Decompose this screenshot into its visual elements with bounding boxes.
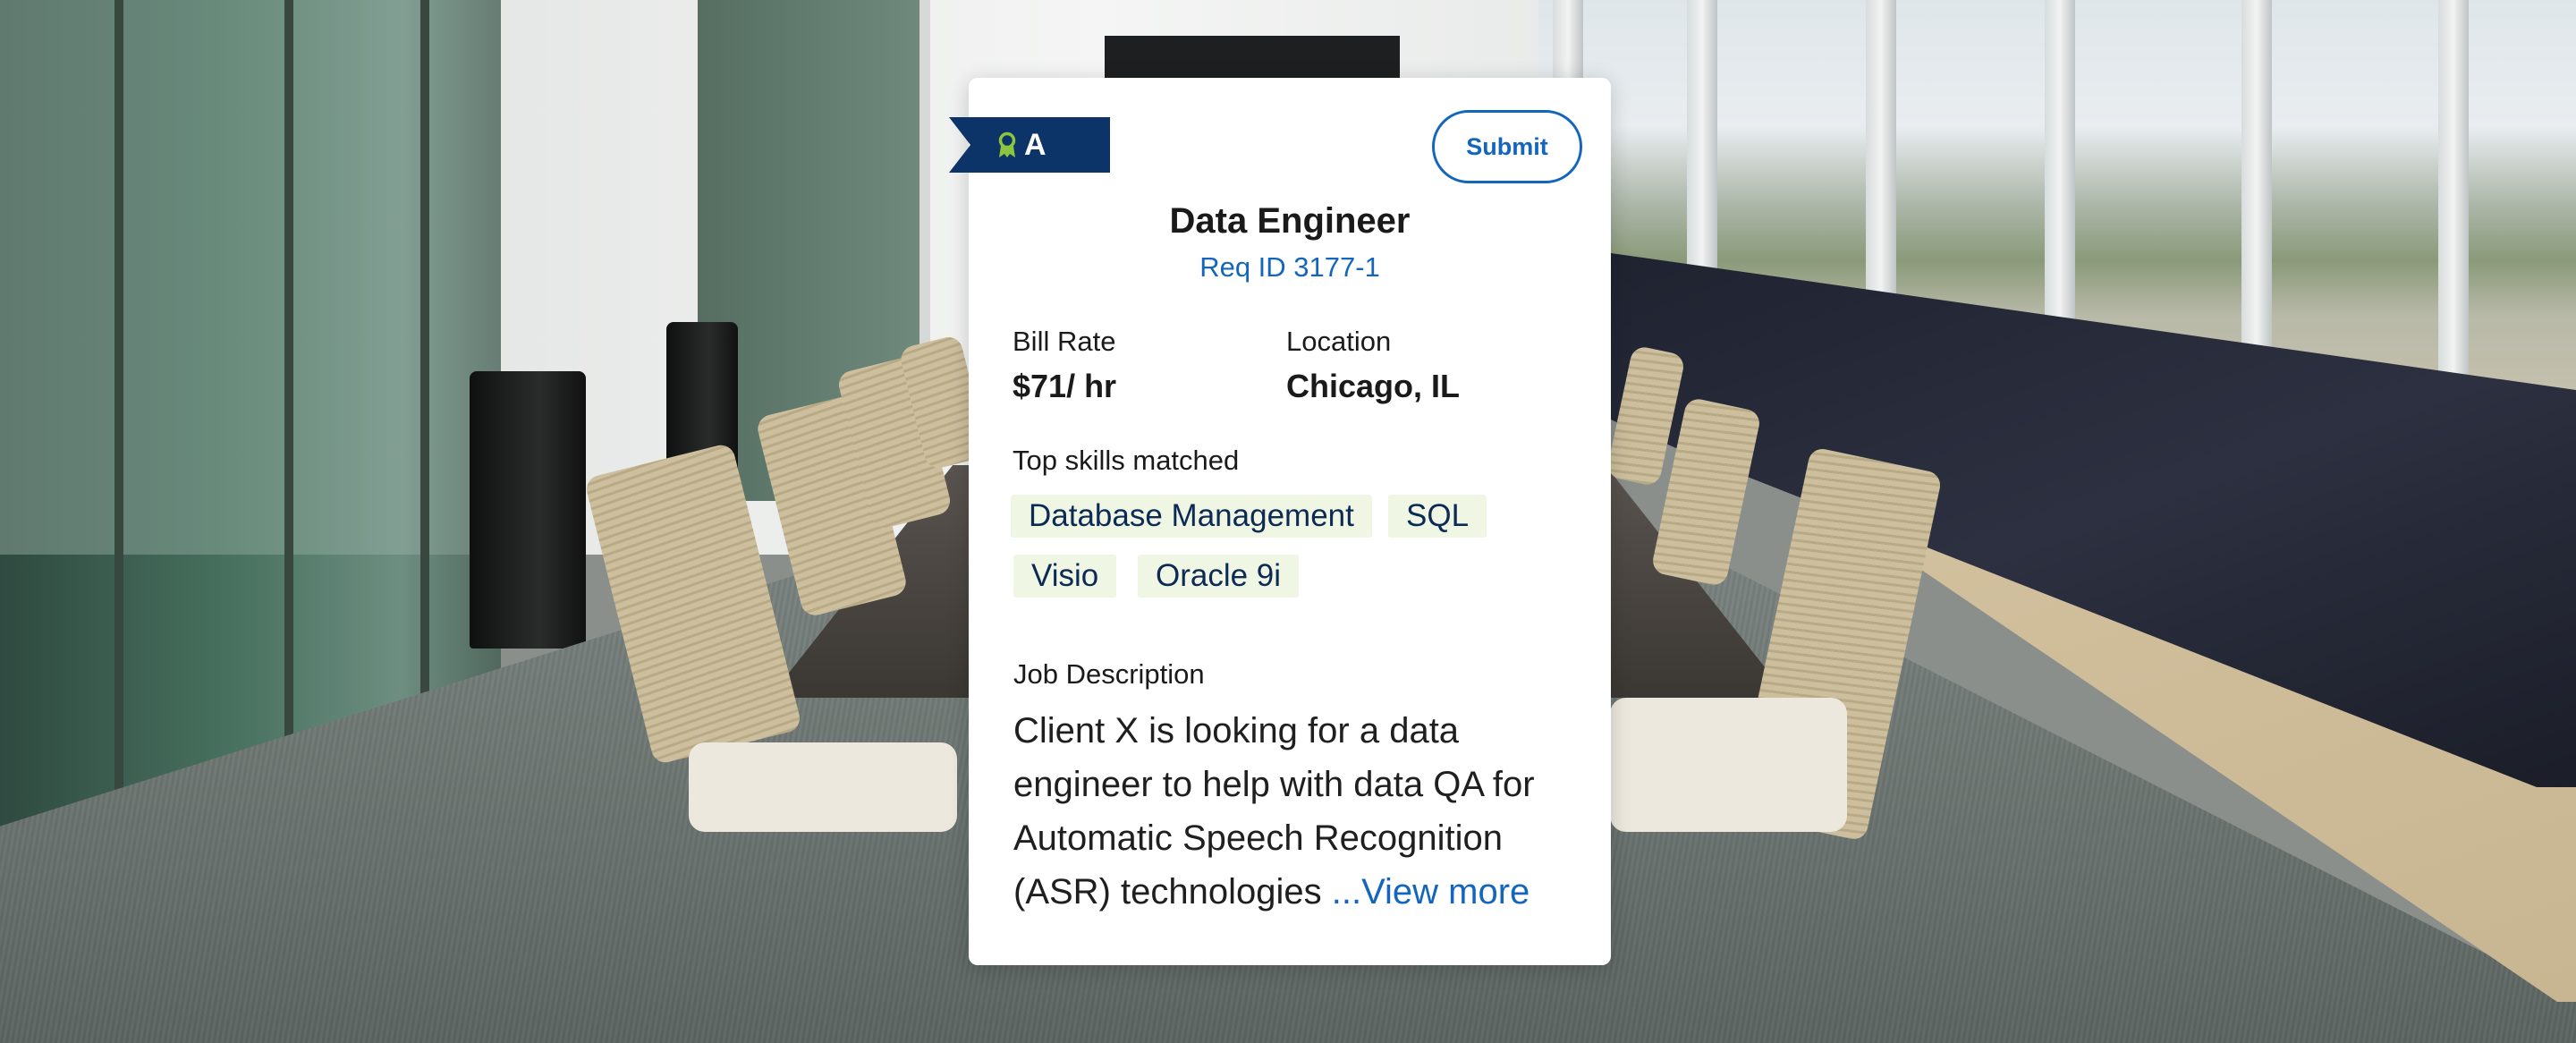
window-mullion (2438, 0, 2469, 420)
skill-chip: Visio (1013, 555, 1117, 598)
skill-chip: Oracle 9i (1138, 555, 1300, 598)
grade-label: A (1024, 127, 1046, 162)
chair-seat (689, 742, 957, 832)
submit-button[interactable]: Submit (1432, 110, 1582, 183)
bill-rate-value: $71/ hr (1013, 368, 1117, 404)
view-more-link[interactable]: ...View more (1332, 872, 1530, 912)
chair-seat (1610, 698, 1847, 832)
job-card: A Submit Data Engineer Req ID 3177-1 Bil… (949, 78, 1611, 965)
trash-bin (470, 371, 586, 649)
location-value: Chicago, IL (1286, 368, 1461, 404)
job-description-label: Job Description (1013, 658, 1205, 690)
req-id-link[interactable]: Req ID 3177-1 (969, 251, 1611, 284)
bill-rate-label: Bill Rate (1013, 326, 1116, 357)
award-medal-icon (998, 131, 1016, 157)
grade-ribbon: A (949, 117, 1110, 173)
location-label: Location (1286, 326, 1392, 357)
glass-divider (114, 0, 123, 895)
skill-chip: Database Management (1011, 495, 1372, 538)
skills-label: Top skills matched (1013, 445, 1240, 476)
job-title: Data Engineer (1169, 201, 1411, 241)
job-description-text: Client X is looking for a data engineer … (1013, 704, 1586, 919)
skill-chip: SQL (1388, 495, 1487, 538)
